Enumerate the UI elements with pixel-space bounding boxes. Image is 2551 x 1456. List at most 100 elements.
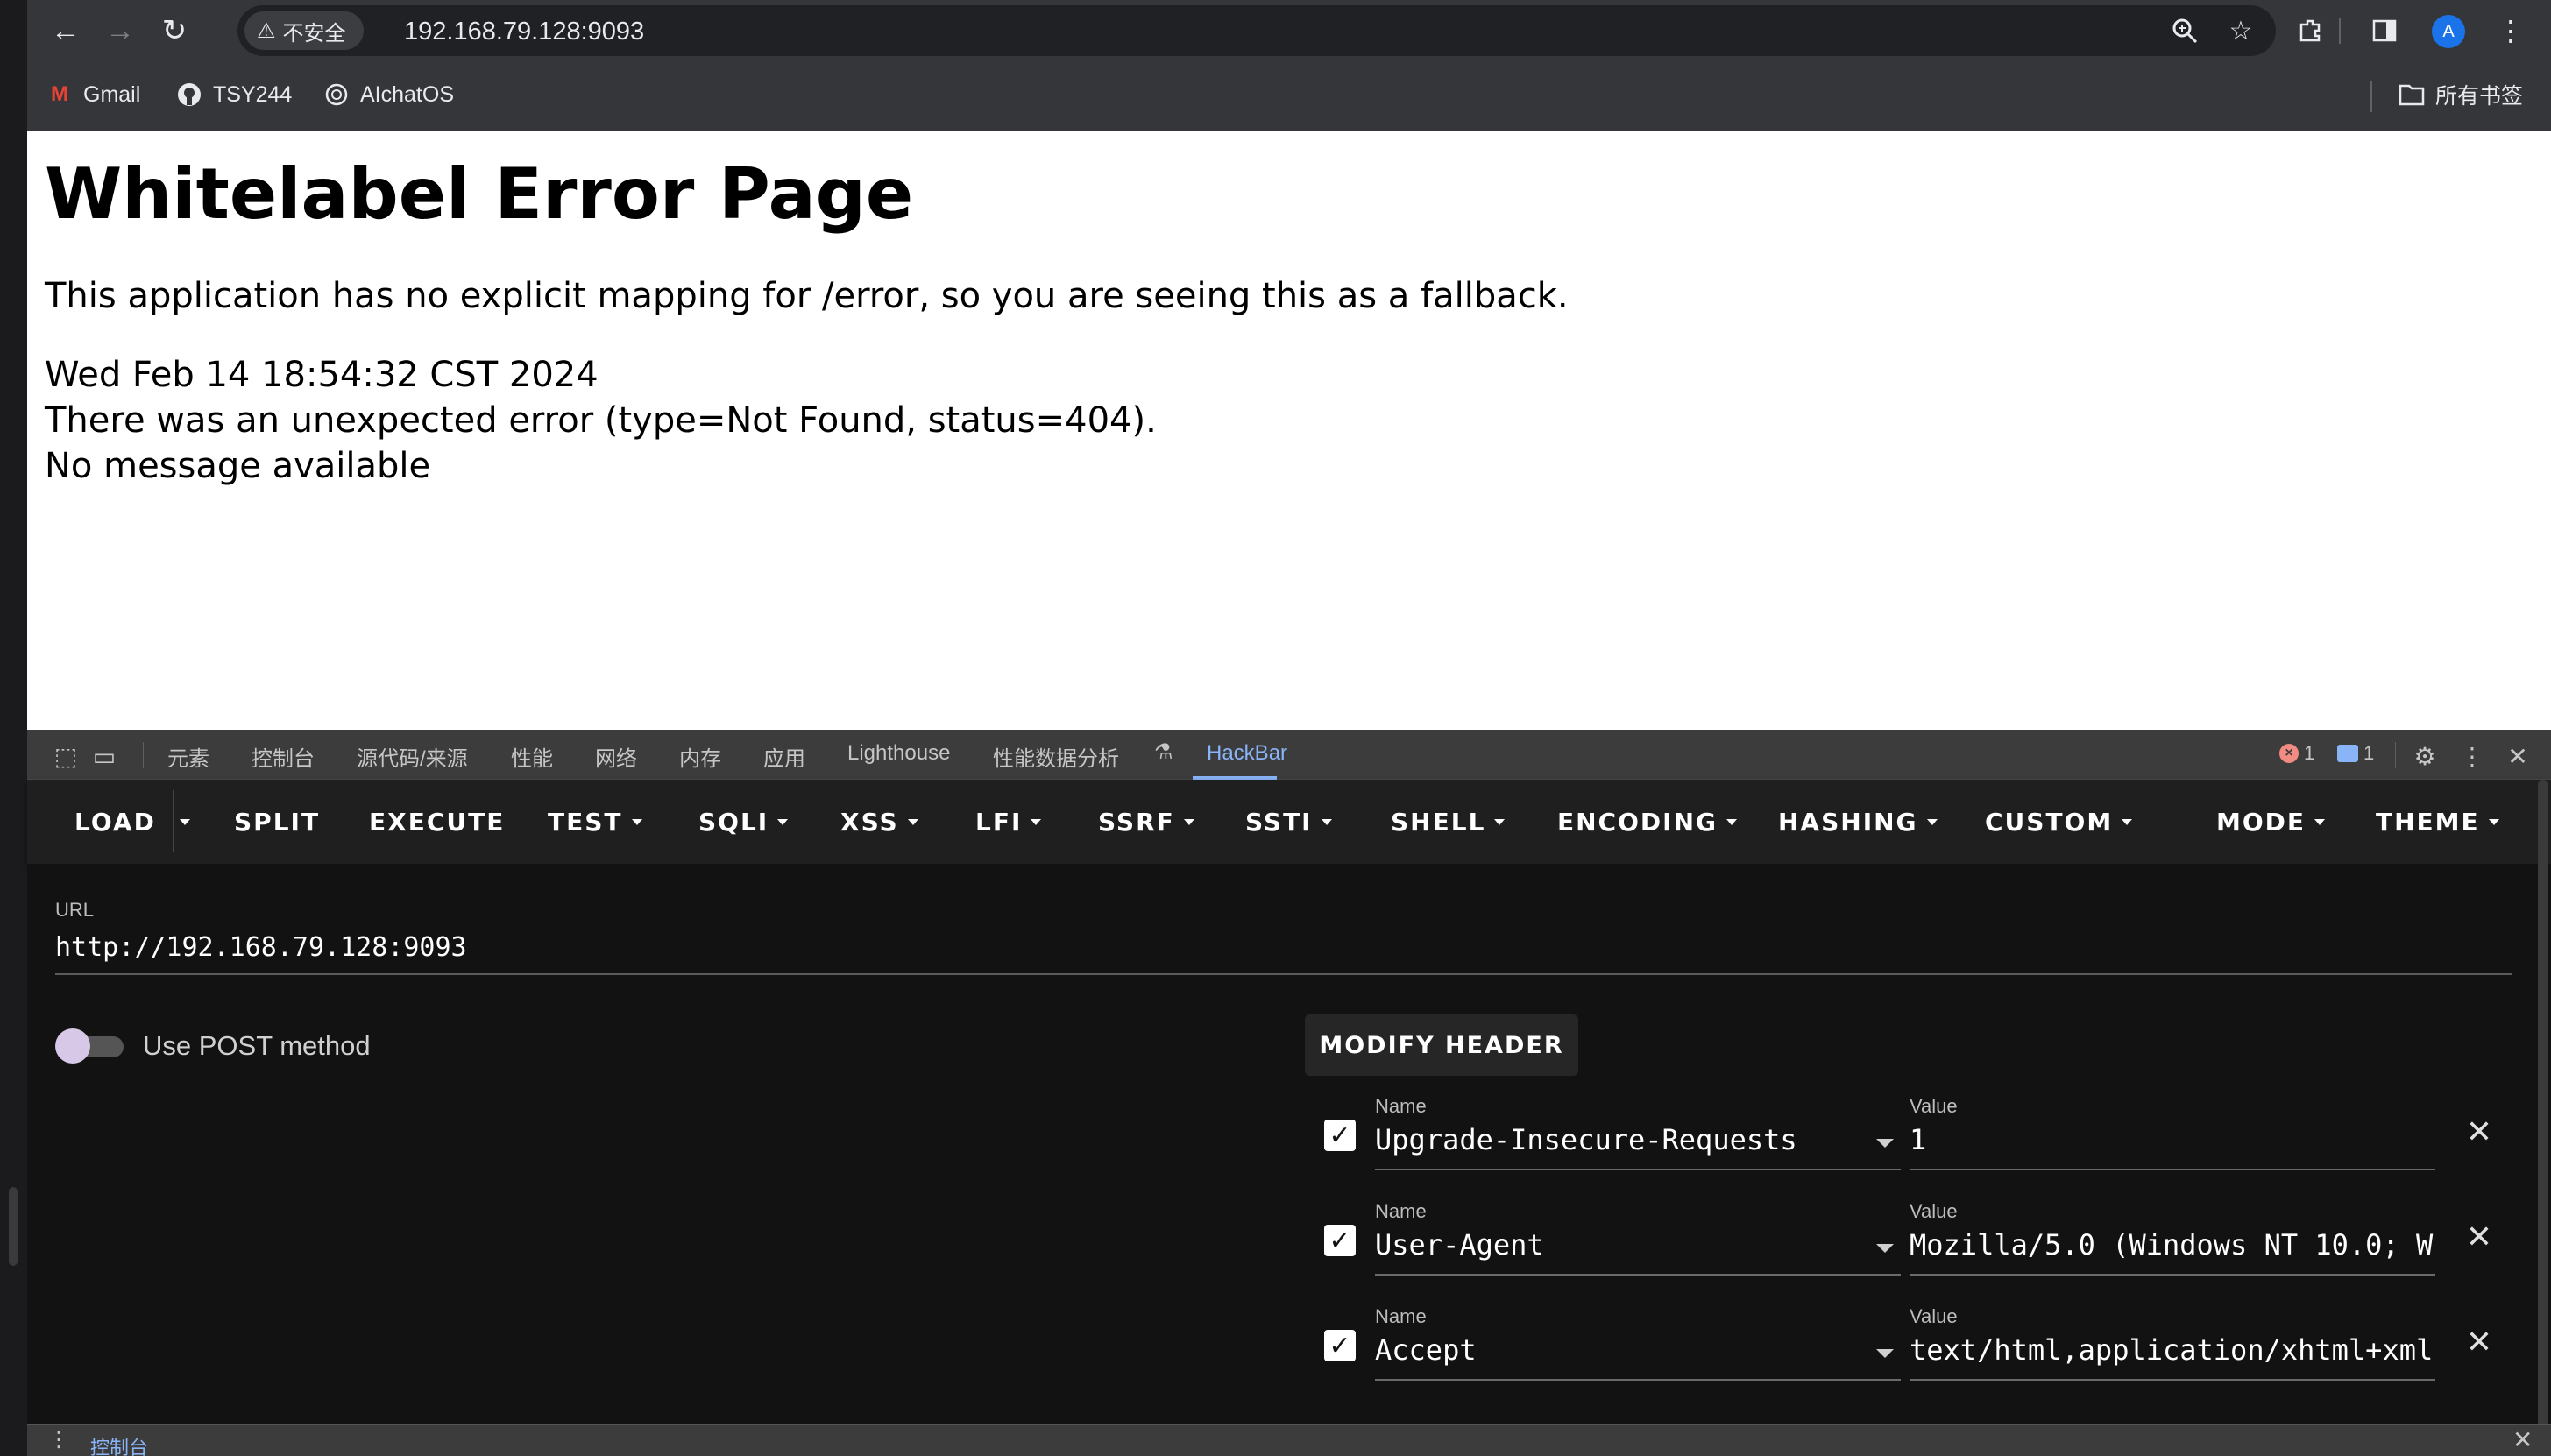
modify-header-button[interactable]: MODIFY HEADER bbox=[1305, 1014, 1578, 1076]
ssrf-menu[interactable]: SSRF bbox=[1098, 802, 1194, 841]
execute-button[interactable]: EXECUTE bbox=[369, 802, 505, 841]
header-name-dropdown-icon[interactable] bbox=[1876, 1244, 1894, 1253]
load-dropdown-button[interactable] bbox=[180, 802, 190, 841]
header-enabled-checkbox[interactable]: ✓ bbox=[1324, 1225, 1356, 1256]
ssti-menu[interactable]: SSTI bbox=[1245, 802, 1332, 841]
devtools-menu-icon[interactable]: ⋮ bbox=[2456, 740, 2488, 772]
close-devtools-icon[interactable]: ✕ bbox=[2502, 740, 2533, 772]
page-content: Whitelabel Error Page This application h… bbox=[27, 131, 2551, 730]
error-detail: No message available bbox=[45, 446, 431, 486]
inspect-element-icon[interactable]: ⬚ bbox=[50, 740, 81, 772]
side-panel-icon[interactable] bbox=[2365, 11, 2404, 50]
drawer-menu-icon[interactable]: ⋮ bbox=[48, 1427, 69, 1452]
bookmark-aichatos[interactable]: AIchatOS bbox=[323, 77, 454, 112]
tab-sources[interactable]: 源代码/来源 bbox=[357, 741, 468, 772]
error-count: 1 bbox=[2304, 742, 2315, 764]
xss-menu[interactable]: XSS bbox=[840, 802, 918, 841]
devtools-tab-bar: ⬚ ▭ 元素 控制台 源代码/来源 性能 网络 内存 应用 Lighthouse… bbox=[27, 730, 2551, 780]
address-bar[interactable]: ⚠ 不安全 192.168.79.128:9093 ☆ bbox=[237, 5, 2276, 56]
header-value-underline bbox=[1910, 1169, 2435, 1170]
menu-label: MODE bbox=[2216, 807, 2307, 837]
caret-down-icon bbox=[907, 818, 918, 825]
tab-performance-insights[interactable]: 性能数据分析 bbox=[993, 741, 1119, 772]
settings-gear-icon[interactable]: ⚙ bbox=[2409, 740, 2441, 772]
hackbar-scrollbar[interactable] bbox=[2538, 780, 2548, 1428]
header-value-input[interactable]: 1 bbox=[1910, 1123, 2435, 1156]
back-button[interactable]: ← bbox=[46, 11, 85, 50]
test-menu[interactable]: TEST bbox=[548, 802, 642, 841]
address-text[interactable]: 192.168.79.128:9093 bbox=[404, 18, 644, 46]
reload-icon: ↻ bbox=[161, 14, 188, 47]
hackbar-body: URL http://192.168.79.128:9093 Use POST … bbox=[27, 864, 2551, 1424]
error-icon: × bbox=[2279, 744, 2299, 763]
menu-label: ENCODING bbox=[1557, 807, 1718, 837]
profile-avatar[interactable]: A bbox=[2432, 15, 2465, 48]
forward-button[interactable]: → bbox=[101, 11, 139, 50]
extensions-icon[interactable] bbox=[2292, 11, 2330, 50]
resize-handle[interactable] bbox=[9, 1187, 18, 1266]
bookmarks-divider bbox=[2370, 81, 2372, 112]
caret-down-icon bbox=[2314, 818, 2326, 825]
message-count-badge[interactable]: 1 bbox=[2337, 742, 2374, 765]
menu-label: TEST bbox=[548, 807, 623, 837]
delete-header-icon[interactable]: ✕ bbox=[2462, 1219, 2497, 1255]
arrow-left-icon: ← bbox=[51, 13, 81, 47]
header-enabled-checkbox[interactable]: ✓ bbox=[1324, 1120, 1356, 1151]
header-value-underline bbox=[1910, 1274, 2435, 1276]
menu-label: EXECUTE bbox=[369, 807, 506, 837]
tab-application[interactable]: 应用 bbox=[763, 741, 805, 772]
caret-down-icon bbox=[1926, 818, 1938, 825]
tab-performance[interactable]: 性能 bbox=[511, 741, 553, 772]
message-count: 1 bbox=[2363, 742, 2375, 764]
mode-menu[interactable]: MODE bbox=[2216, 802, 2326, 841]
security-chip[interactable]: ⚠ 不安全 bbox=[244, 11, 364, 50]
header-value-input[interactable]: Mozilla/5.0 (Windows NT 10.0; W bbox=[1910, 1228, 2435, 1262]
lfi-menu[interactable]: LFI bbox=[975, 802, 1042, 841]
post-method-toggle[interactable] bbox=[55, 1028, 124, 1064]
header-name-dropdown-icon[interactable] bbox=[1876, 1139, 1894, 1148]
browser-toolbar: ← → ↻ ⚠ 不安全 192.168.79.128:9093 ☆ A ⋮ bbox=[27, 0, 2551, 61]
theme-menu[interactable]: THEME bbox=[2376, 802, 2499, 841]
menu-label: SHELL bbox=[1391, 807, 1486, 837]
header-name-input[interactable]: User-Agent bbox=[1375, 1228, 1848, 1262]
header-value-input[interactable]: text/html,application/xhtml+xml bbox=[1910, 1333, 2435, 1367]
kebab-menu-icon[interactable]: ⋮ bbox=[2491, 11, 2530, 50]
split-button[interactable]: SPLIT bbox=[234, 802, 320, 841]
tab-hackbar[interactable]: HackBar bbox=[1207, 741, 1287, 766]
bookmark-star-icon[interactable]: ☆ bbox=[2221, 11, 2260, 50]
load-button[interactable]: LOAD bbox=[74, 802, 156, 841]
shell-menu[interactable]: SHELL bbox=[1391, 802, 1506, 841]
header-value-label: Value bbox=[1910, 1200, 1958, 1222]
reload-button[interactable]: ↻ bbox=[155, 11, 194, 50]
header-name-dropdown-icon[interactable] bbox=[1876, 1349, 1894, 1358]
device-toolbar-icon[interactable]: ▭ bbox=[89, 740, 120, 772]
sqli-menu[interactable]: SQLI bbox=[698, 802, 789, 841]
error-count-badge[interactable]: × 1 bbox=[2279, 742, 2314, 765]
tab-network[interactable]: 网络 bbox=[595, 741, 637, 772]
bookmark-tsy244[interactable]: TSY244 bbox=[176, 77, 292, 112]
drawer-tab-console[interactable]: 控制台 bbox=[90, 1432, 148, 1456]
hashing-menu[interactable]: HASHING bbox=[1778, 802, 1938, 841]
bookmark-label: TSY244 bbox=[213, 81, 293, 107]
tab-lighthouse[interactable]: Lighthouse bbox=[847, 741, 950, 766]
all-bookmarks-button[interactable]: 所有书签 bbox=[2399, 77, 2523, 112]
tab-memory[interactable]: 内存 bbox=[679, 741, 721, 772]
zoom-icon[interactable] bbox=[2165, 11, 2204, 50]
url-underline bbox=[55, 973, 2512, 975]
bookmark-gmail[interactable]: M Gmail bbox=[46, 77, 140, 112]
header-name-input[interactable]: Upgrade-Insecure-Requests bbox=[1375, 1123, 1848, 1156]
delete-header-icon[interactable]: ✕ bbox=[2462, 1324, 2497, 1360]
delete-header-icon[interactable]: ✕ bbox=[2462, 1113, 2497, 1149]
bookmark-label: AIchatOS bbox=[360, 81, 454, 107]
header-enabled-checkbox[interactable]: ✓ bbox=[1324, 1330, 1356, 1361]
close-drawer-icon[interactable]: ✕ bbox=[2512, 1425, 2533, 1454]
tab-console[interactable]: 控制台 bbox=[252, 741, 315, 772]
tab-elements[interactable]: 元素 bbox=[167, 741, 209, 772]
url-input[interactable]: http://192.168.79.128:9093 bbox=[55, 932, 467, 963]
encoding-menu[interactable]: ENCODING bbox=[1557, 802, 1737, 841]
header-name-input[interactable]: Accept bbox=[1375, 1333, 1848, 1367]
caret-down-icon bbox=[1031, 818, 1042, 825]
custom-menu[interactable]: CUSTOM bbox=[1985, 802, 2133, 841]
bookmark-label: Gmail bbox=[83, 81, 141, 107]
message-icon bbox=[2337, 745, 2358, 762]
